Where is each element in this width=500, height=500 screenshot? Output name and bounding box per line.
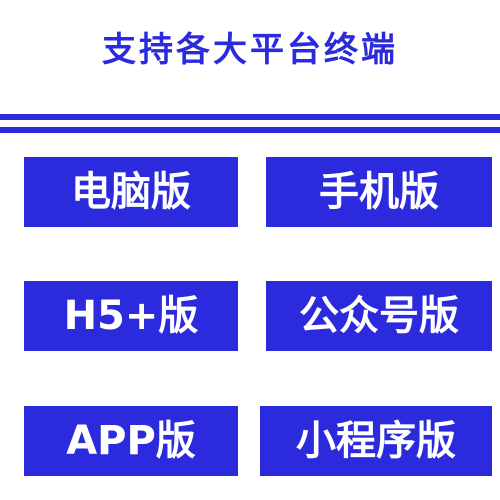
divider-line-top (0, 114, 500, 120)
mobile-version-button[interactable]: 手机版 (266, 157, 492, 227)
desktop-version-label: 电脑版 (71, 169, 191, 215)
official-account-version-button[interactable]: 公众号版 (266, 281, 492, 351)
page-title: 支持各大平台终端 (102, 30, 398, 70)
h5-version-label: H5+版 (63, 293, 199, 339)
mobile-version-label: 手机版 (319, 169, 439, 215)
desktop-version-button[interactable]: 电脑版 (24, 157, 238, 227)
mini-program-version-button[interactable]: 小程序版 (260, 406, 492, 476)
app-version-label: APP版 (66, 418, 196, 464)
divider-line-bottom (0, 127, 500, 133)
app-version-button[interactable]: APP版 (24, 406, 238, 476)
mini-program-version-label: 小程序版 (296, 418, 456, 464)
official-account-version-label: 公众号版 (299, 293, 459, 339)
h5-version-button[interactable]: H5+版 (24, 281, 238, 351)
